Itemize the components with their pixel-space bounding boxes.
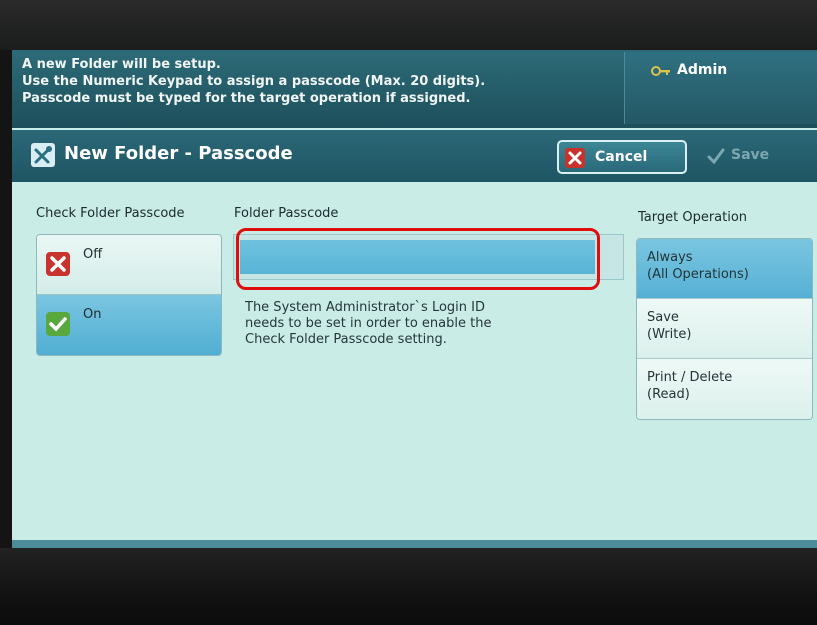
target-line: (Read) — [647, 387, 690, 402]
highlight-annotation — [236, 228, 600, 290]
info-line: needs to be set in order to enable the — [245, 316, 492, 331]
passcode-info-text: The System Administrator`s Login ID need… — [245, 300, 565, 348]
message-bar: A new Folder will be setup. Use the Nume… — [12, 50, 817, 128]
target-operation-header: Target Operation — [638, 210, 748, 225]
admin-key-icon — [651, 66, 670, 76]
target-save[interactable]: Save (Write) — [637, 299, 812, 359]
message-text: A new Folder will be setup. Use the Nume… — [22, 56, 622, 107]
target-save-label: Save (Write) — [647, 309, 691, 343]
admin-login-button[interactable]: Admin — [624, 52, 817, 124]
save-label: Save — [731, 147, 770, 163]
target-print-delete-label: Print / Delete (Read) — [647, 369, 732, 403]
check-folder-passcode-header: Check Folder Passcode — [36, 206, 185, 221]
save-check-icon — [707, 148, 725, 164]
target-operation-list: Always (All Operations) Save (Write) Pri… — [636, 238, 813, 420]
tools-icon — [31, 143, 55, 167]
message-line: Passcode must be typed for the target op… — [22, 91, 471, 106]
cancel-label: Cancel — [595, 149, 648, 165]
option-off-label: Off — [83, 247, 103, 262]
check-passcode-toggle: Off On — [36, 234, 222, 356]
x-icon — [46, 252, 70, 276]
cancel-x-icon — [565, 148, 585, 168]
target-print-delete[interactable]: Print / Delete (Read) — [637, 359, 812, 419]
target-line: Always — [647, 250, 693, 265]
message-line: A new Folder will be setup. — [22, 57, 221, 72]
title-bar: New Folder - Passcode Cancel Save — [12, 130, 817, 182]
target-line: Save — [647, 310, 679, 325]
option-off[interactable]: Off — [37, 235, 221, 295]
folder-passcode-header: Folder Passcode — [234, 206, 339, 221]
info-line: The System Administrator`s Login ID — [245, 300, 485, 315]
check-icon — [46, 312, 70, 336]
option-on-label: On — [83, 307, 102, 322]
admin-label: Admin — [677, 62, 728, 78]
device-bezel-top — [0, 0, 817, 50]
target-line: (All Operations) — [647, 267, 749, 282]
touch-screen: A new Folder will be setup. Use the Nume… — [12, 50, 817, 548]
target-always-label: Always (All Operations) — [647, 249, 749, 283]
cancel-button[interactable]: Cancel — [557, 140, 687, 174]
screen-bottom-edge — [12, 540, 817, 548]
save-button[interactable]: Save — [697, 140, 809, 174]
message-line: Use the Numeric Keypad to assign a passc… — [22, 74, 486, 89]
target-line: Print / Delete — [647, 370, 733, 385]
info-line: Check Folder Passcode setting. — [245, 332, 447, 347]
target-always[interactable]: Always (All Operations) — [637, 239, 812, 299]
option-on[interactable]: On — [37, 295, 221, 355]
target-line: (Write) — [647, 327, 692, 342]
device-bezel-bottom — [0, 548, 817, 625]
page-title: New Folder - Passcode — [64, 143, 293, 164]
